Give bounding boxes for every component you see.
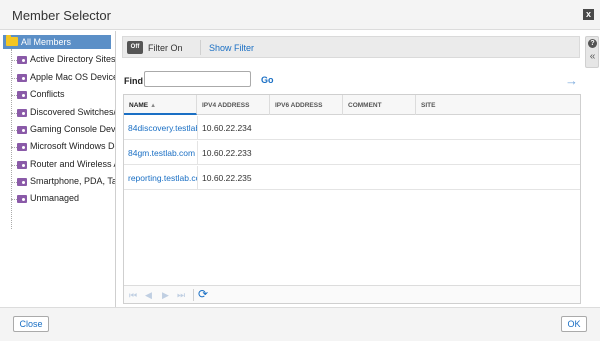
close-button[interactable]: Close	[13, 316, 49, 332]
tree-item-label: Router and Wireless Ac	[30, 159, 116, 169]
table-row[interactable]: reporting.testlab.co 10.60.22.235	[124, 166, 580, 190]
close-icon[interactable]: x	[583, 9, 594, 20]
pagination-bar: ⏮ ◀ ▶ ⏭ ⟳	[124, 285, 580, 303]
last-page-icon[interactable]: ⏭	[177, 290, 185, 300]
smart-group-icon	[17, 91, 27, 99]
smart-group-icon	[17, 56, 27, 64]
column-header-comment[interactable]: COMMENT	[343, 95, 416, 115]
tree-item-conflicts[interactable]: Conflicts	[11, 88, 115, 102]
dialog-title: Member Selector	[12, 8, 111, 23]
column-header-name[interactable]: NAME ▲	[124, 95, 197, 115]
tree-item-discovered-switches[interactable]: Discovered Switches/R	[11, 106, 116, 120]
tree-item-label: All Members	[21, 37, 72, 47]
next-page-icon[interactable]: ▶	[162, 290, 169, 300]
smart-group-icon	[17, 74, 27, 82]
column-label: NAME	[129, 102, 149, 109]
tree-item-label: Apple Mac OS Devices	[30, 72, 116, 82]
ok-button[interactable]: OK	[561, 316, 587, 332]
tree-item-label: Discovered Switches/R	[30, 107, 116, 117]
show-filter-link[interactable]: Show Filter	[209, 43, 254, 53]
side-toolbar: ? «	[585, 36, 599, 68]
cell-name[interactable]: 84gm.testlab.com	[128, 141, 197, 165]
folder-icon	[6, 35, 18, 46]
table-row[interactable]: 84gm.testlab.com 10.60.22.233	[124, 141, 580, 165]
smart-group-icon	[17, 109, 27, 117]
smart-group-icon	[17, 161, 27, 169]
tree-item-microsoft-windows-devices[interactable]: Microsoft Windows Dev	[11, 140, 116, 154]
column-header-ipv6[interactable]: IPV6 ADDRESS	[270, 95, 343, 115]
cell-ipv4: 10.60.22.234	[202, 123, 252, 133]
previous-page-icon[interactable]: ◀	[145, 290, 152, 300]
smart-group-icon	[17, 143, 27, 151]
help-icon[interactable]: ?	[588, 39, 597, 48]
table-row[interactable]: 84discovery.testlab 10.60.22.234	[124, 116, 580, 140]
cell-ipv4: 10.60.22.233	[202, 148, 252, 158]
smart-group-icon	[17, 178, 27, 186]
tree-item-gaming-console-devices[interactable]: Gaming Console Devic	[11, 123, 116, 137]
first-page-icon[interactable]: ⏮	[129, 290, 137, 300]
divider	[197, 116, 198, 140]
refresh-icon[interactable]: ⟳	[198, 288, 208, 301]
table-header: NAME ▲ IPV4 ADDRESS IPV6 ADDRESS COMMENT …	[124, 95, 580, 115]
divider	[197, 166, 198, 190]
tree-item-label: Conflicts	[30, 89, 65, 99]
filter-bar: Off Filter On Show Filter	[122, 36, 580, 58]
column-header-ipv4[interactable]: IPV4 ADDRESS	[197, 95, 270, 115]
tree-item-router-and-wireless[interactable]: Router and Wireless Ac	[11, 158, 116, 172]
divider	[200, 40, 201, 55]
tree-item-label: Active Directory Sites	[30, 54, 116, 64]
results-table: NAME ▲ IPV4 ADDRESS IPV6 ADDRESS COMMENT …	[123, 94, 581, 304]
arrow-right-icon[interactable]: →	[565, 73, 578, 88]
tree-item-unmanaged[interactable]: Unmanaged	[11, 192, 115, 206]
title-bar: Member Selector x	[0, 0, 600, 30]
tree-item-apple-mac-os-devices[interactable]: Apple Mac OS Devices	[11, 71, 116, 85]
tree-item-label: Unmanaged	[30, 193, 80, 203]
cell-ipv4: 10.60.22.235	[202, 173, 252, 183]
find-label: Find	[124, 76, 143, 86]
collapse-icon[interactable]: «	[587, 52, 598, 62]
divider	[197, 141, 198, 165]
cell-name[interactable]: reporting.testlab.co	[128, 166, 197, 190]
member-tree-panel: All Members Active Directory Sites Apple…	[0, 31, 116, 307]
tree-item-all-members[interactable]: All Members	[3, 35, 111, 49]
tree-item-smartphone-pda-tablet[interactable]: Smartphone, PDA, Tabl	[11, 175, 116, 189]
smart-group-icon	[17, 195, 27, 203]
go-button[interactable]: Go	[261, 75, 274, 85]
find-input[interactable]	[144, 71, 251, 87]
cell-name[interactable]: 84discovery.testlab	[128, 116, 197, 140]
tree-item-active-directory-sites[interactable]: Active Directory Sites	[11, 53, 116, 67]
divider	[193, 289, 194, 301]
tree-item-label: Smartphone, PDA, Tabl	[30, 176, 116, 186]
column-header-site[interactable]: SITE	[416, 95, 580, 115]
smart-group-icon	[17, 126, 27, 134]
tree-item-label: Gaming Console Devic	[30, 124, 116, 134]
sort-ascending-icon: ▲	[150, 103, 157, 109]
tree-item-label: Microsoft Windows Dev	[30, 141, 116, 151]
dialog-footer: Close OK	[0, 307, 600, 341]
filter-toggle-switch[interactable]: Off	[127, 41, 143, 54]
filter-status-label: Filter On	[148, 43, 183, 53]
